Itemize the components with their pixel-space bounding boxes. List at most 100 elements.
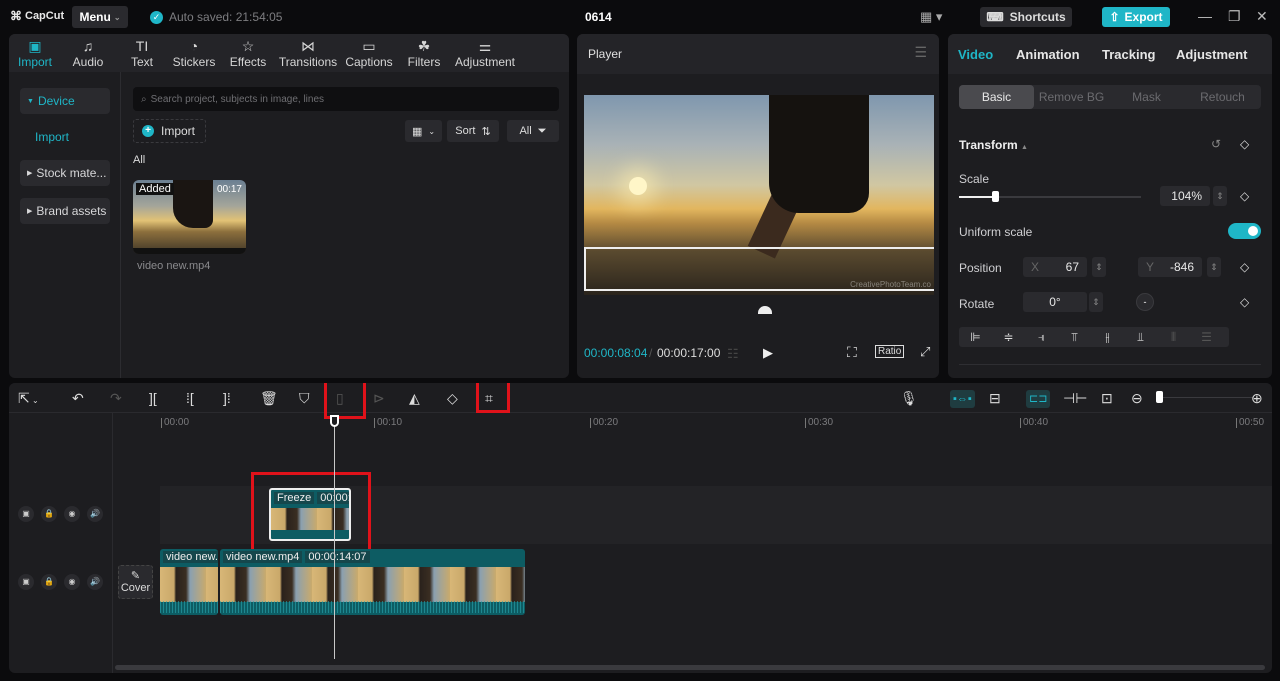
filter-button[interactable]: All ⏷ <box>507 120 559 142</box>
nav-import[interactable]: Import <box>35 130 69 144</box>
position-y-stepper[interactable]: ⇕ <box>1207 257 1221 277</box>
tool-stickers[interactable]: ◔ Stickers <box>171 37 217 69</box>
select-tool-icon[interactable]: ⇱ ⌄ <box>18 389 39 410</box>
nav-brand-assets[interactable]: ▶ Brand assets <box>20 198 110 224</box>
export-button[interactable]: ⇧ Export <box>1102 7 1170 27</box>
thumbnail-zoom-icon[interactable]: ⊡ <box>1101 389 1113 407</box>
align-center-h-icon[interactable]: ≑ <box>992 330 1025 344</box>
cover-button[interactable]: ✎ Cover <box>118 565 153 599</box>
audio-icon[interactable]: 🔊 <box>87 506 103 522</box>
main-clip-b[interactable]: video new.mp4 00:00:14:07 <box>220 549 525 615</box>
split-right-icon[interactable]: ]⁞ <box>223 389 231 407</box>
delete-icon[interactable]: 🗑 <box>260 389 278 407</box>
timeline-zoom-slider[interactable] <box>1162 397 1254 398</box>
lock-icon[interactable]: 🔒 <box>41 574 57 590</box>
ratio-button[interactable]: Ratio <box>875 345 905 358</box>
tool-text[interactable]: TI Text <box>123 37 161 69</box>
restore-icon[interactable]: ❐ <box>1228 8 1241 25</box>
hamburger-menu-icon[interactable]: ☰ <box>914 44 927 61</box>
media-search-input[interactable]: ⌕ Search project, subjects in image, line… <box>133 87 559 111</box>
align-bottom-icon[interactable]: ⫫ <box>1124 330 1157 345</box>
play-icon[interactable]: ▶ <box>763 345 773 361</box>
align-top-icon[interactable]: ⫪ <box>1058 330 1091 345</box>
keyframe-icon[interactable]: ◇ <box>1240 137 1249 151</box>
rotate-stepper[interactable]: ⇕ <box>1089 292 1103 312</box>
view-mode-button[interactable]: ▦ ⌄ <box>405 120 442 142</box>
media-item-thumbnail[interactable]: Added 00:17 <box>133 180 246 254</box>
zoom-out-icon[interactable]: ⊖ <box>1131 389 1143 407</box>
subtab-retouch[interactable]: Retouch <box>1184 85 1261 109</box>
tool-effects[interactable]: ☆ Effects <box>227 37 269 69</box>
subtab-basic[interactable]: Basic <box>959 85 1034 109</box>
tab-video[interactable]: Video <box>958 47 993 62</box>
rotate-handle[interactable] <box>758 306 772 314</box>
shortcuts-button[interactable]: ⌨ Shortcuts <box>980 7 1072 27</box>
nav-stock-material[interactable]: ▶ Stock mate... <box>20 160 110 186</box>
position-x-stepper[interactable]: ⇕ <box>1092 257 1106 277</box>
eye-icon[interactable]: ◉ <box>64 574 80 590</box>
position-x-input[interactable]: X 67 <box>1023 257 1087 277</box>
position-y-input[interactable]: Y -846 <box>1138 257 1202 277</box>
main-clip-a[interactable]: video new. <box>160 549 218 615</box>
zoom-in-icon[interactable]: ⊕ <box>1251 389 1263 407</box>
align-center-v-icon[interactable]: ⫲ <box>1091 330 1124 345</box>
layout-icon[interactable]: ▦ ▾ <box>920 9 942 25</box>
auto-snap-icon[interactable]: ⊟ <box>989 389 1001 407</box>
playhead[interactable] <box>334 419 335 659</box>
tab-tracking[interactable]: Tracking <box>1102 47 1155 62</box>
minimize-icon[interactable]: — <box>1198 8 1212 24</box>
preview-axis-icon[interactable]: ⊣⊢ <box>1063 389 1087 407</box>
frame-grid-icon[interactable]: ☷ <box>727 346 739 362</box>
timeline-horizontal-scrollbar[interactable] <box>115 665 1265 670</box>
fullscreen-icon[interactable]: ⤢ <box>920 344 930 360</box>
audio-icon[interactable]: 🔊 <box>87 574 103 590</box>
scale-input[interactable]: 104% <box>1160 186 1210 206</box>
nav-device[interactable]: ▼ Device <box>20 88 110 114</box>
position-keyframe-icon[interactable]: ◇ <box>1240 260 1249 274</box>
align-right-icon[interactable]: ⫣ <box>1025 330 1058 345</box>
track-thumbnail-icon[interactable]: ▣ <box>18 506 34 522</box>
tab-adjustment[interactable]: Adjustment <box>1176 47 1248 62</box>
menu-button[interactable]: Menu ⌄ <box>72 6 128 28</box>
align-left-icon[interactable]: ⊫ <box>959 330 992 344</box>
mirror-icon[interactable]: ◭ <box>409 389 420 407</box>
tool-captions[interactable]: ▭ Captions <box>343 37 395 69</box>
timeline-ruler[interactable]: 00:00 00:10 00:20 00:30 00:40 00:50 <box>159 413 1272 435</box>
scale-keyframe-icon[interactable]: ◇ <box>1240 189 1249 203</box>
subtab-mask[interactable]: Mask <box>1109 85 1184 109</box>
split-left-icon[interactable]: ⁞[ <box>186 389 194 407</box>
transform-section-title[interactable]: Transform ▲ <box>959 138 1028 152</box>
rotate-keyframe-icon[interactable]: ◇ <box>1240 295 1249 309</box>
linkage-icon[interactable]: ⊏⊐ <box>1026 390 1051 408</box>
sort-button[interactable]: Sort ⇅ <box>447 120 499 142</box>
tool-adjustment[interactable]: ⚌ Adjustment <box>453 37 517 69</box>
tool-filters[interactable]: ☘ Filters <box>403 37 445 69</box>
import-button[interactable]: + Import <box>133 119 206 143</box>
track-thumbnail-icon[interactable]: ▣ <box>18 574 34 590</box>
uniform-scale-toggle[interactable] <box>1228 223 1261 239</box>
reset-icon[interactable]: ↺ <box>1211 137 1221 151</box>
tab-animation[interactable]: Animation <box>1016 47 1080 62</box>
main-track-magnet-icon[interactable]: ▪⇔▪ <box>950 390 975 408</box>
tool-audio[interactable]: ♫ Audio <box>69 37 107 69</box>
split-icon[interactable]: ][ <box>149 389 157 407</box>
playhead-handle[interactable] <box>330 415 339 427</box>
rotate-clip-icon[interactable]: ◇ <box>447 389 458 407</box>
scale-slider-knob[interactable] <box>992 191 1000 202</box>
rotate-dial[interactable]: - <box>1136 293 1154 311</box>
zoom-fit-icon[interactable]: ⛶ <box>847 344 857 361</box>
scale-stepper[interactable]: ⇕ <box>1213 186 1227 206</box>
close-icon[interactable]: ✕ <box>1256 8 1268 25</box>
eye-icon[interactable]: ◉ <box>64 506 80 522</box>
video-preview[interactable]: CreativePhotoTeam.co <box>584 95 934 295</box>
microphone-icon[interactable]: 🎙 <box>900 389 918 407</box>
lock-icon[interactable]: 🔒 <box>41 506 57 522</box>
player-header: Player ☰ <box>577 34 939 74</box>
marker-icon[interactable]: ⛉ <box>299 389 310 407</box>
undo-icon[interactable]: ↶ <box>72 389 84 407</box>
tool-import[interactable]: ▣ Import <box>16 37 54 69</box>
rotate-input[interactable]: 0° <box>1023 292 1087 312</box>
timeline-zoom-knob[interactable] <box>1156 391 1163 403</box>
tool-transitions[interactable]: ⋈ Transitions <box>278 37 338 69</box>
subtab-remove-bg[interactable]: Remove BG <box>1034 85 1109 109</box>
